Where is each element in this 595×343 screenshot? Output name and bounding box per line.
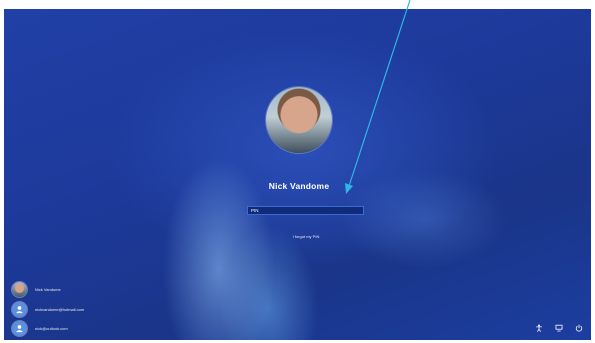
power-icon[interactable] bbox=[575, 319, 583, 332]
account-item-outlook[interactable]: nick@outlook.com bbox=[12, 320, 68, 336]
account-item-hotmail[interactable]: nickvandome@hotmail.com bbox=[12, 301, 84, 317]
forgot-pin-link[interactable]: I forgot my PIN bbox=[274, 234, 338, 239]
account-label: Nick Vandome bbox=[35, 286, 61, 292]
account-label: nick@outlook.com bbox=[35, 325, 68, 331]
user-name: Nick Vandome bbox=[268, 181, 330, 191]
accessibility-icon[interactable] bbox=[535, 319, 543, 332]
user-avatar bbox=[266, 87, 332, 153]
person-icon bbox=[12, 301, 27, 317]
lock-screen: Nick Vandome PIN I forgot my PIN Nick Va… bbox=[4, 9, 591, 340]
person-icon bbox=[12, 320, 27, 336]
account-item-nick[interactable]: Nick Vandome bbox=[12, 281, 61, 297]
account-label: nickvandome@hotmail.com bbox=[35, 306, 85, 312]
pin-input[interactable]: PIN bbox=[247, 206, 364, 215]
account-avatar bbox=[12, 281, 27, 297]
system-tray bbox=[535, 319, 585, 332]
network-icon[interactable] bbox=[555, 319, 563, 332]
